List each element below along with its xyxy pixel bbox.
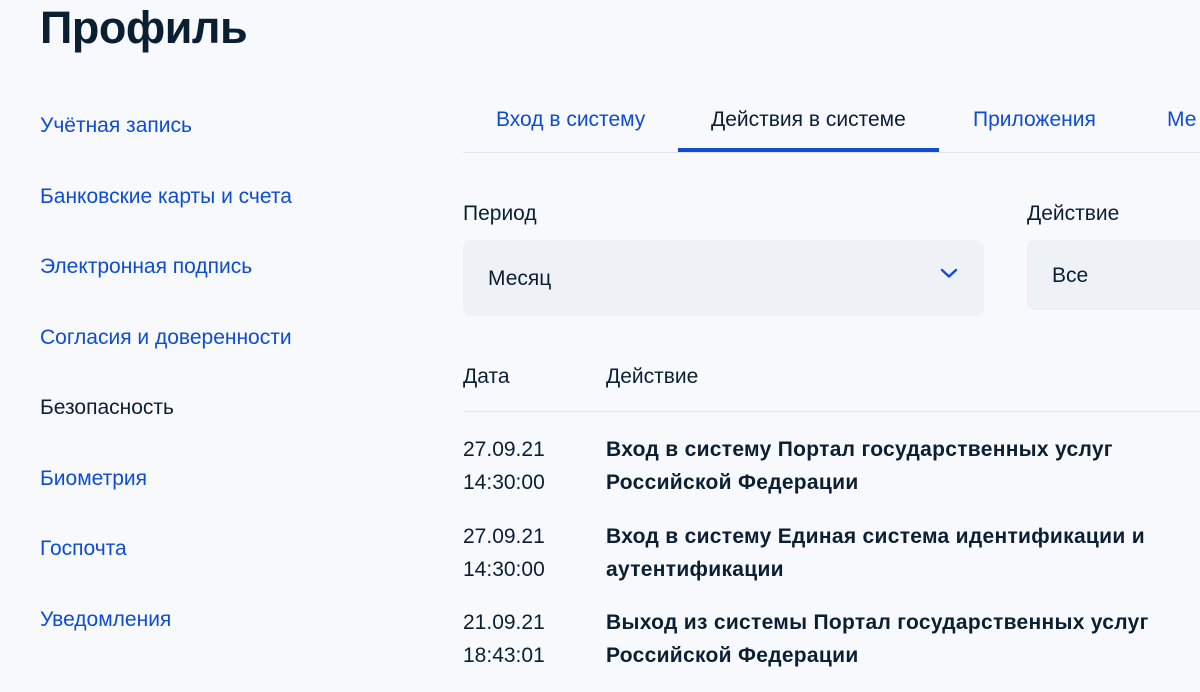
row-date: 27.09.21 (463, 525, 545, 548)
period-select-value: Месяц (488, 267, 552, 290)
tab-bar: Вход в систему Действия в системе Прилож… (463, 90, 1200, 153)
tab-more[interactable]: Ме (1167, 90, 1196, 152)
row-action: Вход в систему Единая система идентифика… (606, 525, 1145, 581)
row-time: 14:30:00 (463, 558, 545, 581)
row-datetime: 27.09.21 14:30:00 (463, 520, 545, 586)
table-row: 27.09.21 14:30:00 Вход в систему Единая … (463, 520, 1200, 606)
row-time: 18:43:01 (463, 644, 545, 667)
tab-applications[interactable]: Приложения (973, 90, 1096, 152)
chevron-down-icon (940, 268, 958, 278)
tab-actions[interactable]: Действия в системе (678, 90, 939, 152)
sidebar-item-biometrics[interactable]: Биометрия (40, 463, 420, 534)
column-header-action: Действие (606, 365, 699, 388)
tab-login[interactable]: Вход в систему (496, 90, 645, 152)
sidebar-item-gosmail[interactable]: Госпочта (40, 533, 420, 604)
action-filter-value: Все (1052, 264, 1089, 287)
sidebar-item-security[interactable]: Безопасность (40, 392, 420, 463)
action-filter-select[interactable]: Все (1027, 240, 1200, 310)
table-header: Дата Действие (463, 365, 1200, 412)
table-row: 27.09.21 14:30:00 Вход в систему Портал … (463, 433, 1200, 519)
sidebar-item-bank-cards[interactable]: Банковские карты и счета (40, 181, 420, 252)
row-date: 27.09.21 (463, 438, 545, 461)
period-label: Период (463, 202, 537, 225)
sidebar-item-notifications[interactable]: Уведомления (40, 604, 420, 675)
row-date: 21.09.21 (463, 611, 545, 634)
sidebar-item-e-signature[interactable]: Электронная подпись (40, 251, 420, 322)
period-select[interactable]: Месяц (463, 240, 984, 316)
action-filter-label: Действие (1027, 202, 1120, 225)
row-action: Вход в систему Портал государственных ус… (606, 438, 1113, 494)
sidebar: Учётная запись Банковские карты и счета … (40, 110, 420, 674)
column-header-date: Дата (463, 365, 510, 388)
main-content: Вход в систему Действия в системе Прилож… (463, 90, 1200, 667)
sidebar-item-consents[interactable]: Согласия и доверенности (40, 322, 420, 393)
sidebar-item-account[interactable]: Учётная запись (40, 110, 420, 181)
row-datetime: 27.09.21 14:30:00 (463, 433, 545, 499)
page-title: Профиль (40, 2, 248, 53)
row-datetime: 21.09.21 18:43:01 (463, 606, 545, 672)
row-action: Выход из системы Портал государственных … (606, 611, 1149, 667)
row-time: 14:30:00 (463, 471, 545, 494)
table-row: 21.09.21 18:43:01 Выход из системы Порта… (463, 606, 1200, 692)
